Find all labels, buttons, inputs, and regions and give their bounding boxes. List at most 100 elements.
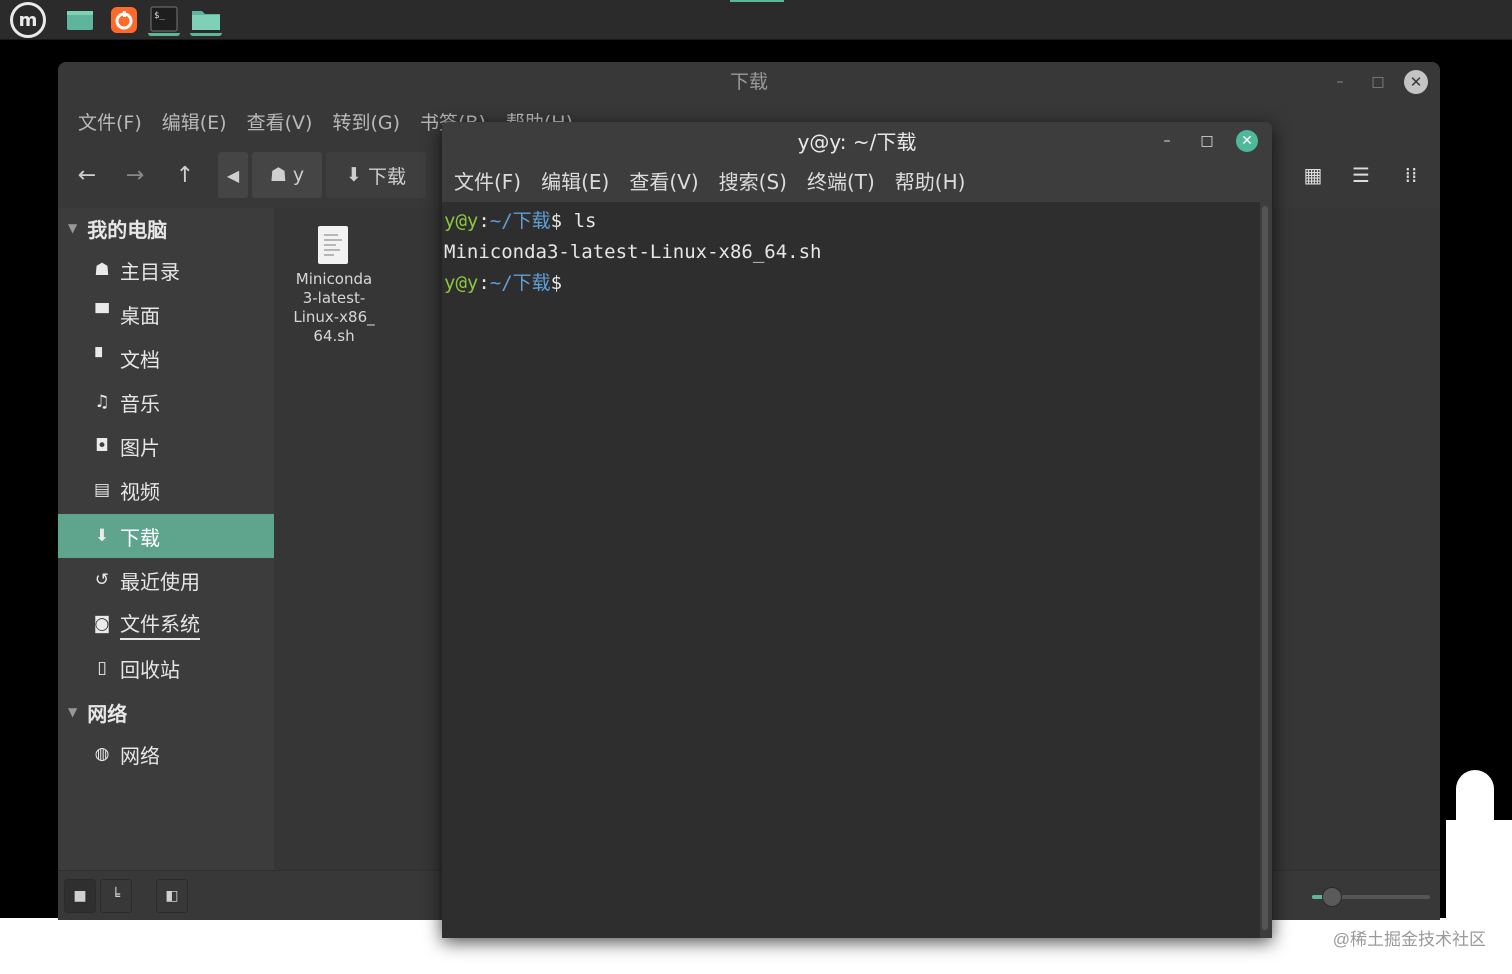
panel-indicator bbox=[730, 0, 784, 2]
expander-down-icon: ▼ bbox=[68, 705, 78, 719]
terminal-window-controls: – □ ✕ bbox=[1156, 130, 1258, 152]
sidebar-item-videos[interactable]: ▤ 视频 bbox=[58, 468, 274, 512]
menu-help[interactable]: 帮助(H) bbox=[885, 164, 976, 200]
menu-file[interactable]: 文件(F) bbox=[68, 106, 152, 140]
terminal-window: y@y: ~/下载 – □ ✕ 文件(F) 编辑(E) 查看(V) 搜索(S) … bbox=[442, 122, 1272, 938]
prompt-path: ~/下载 bbox=[489, 210, 551, 232]
grid-view-icon: ▦ bbox=[1303, 163, 1323, 187]
files-launcher[interactable] bbox=[190, 4, 222, 36]
menu-file[interactable]: 文件(F) bbox=[444, 164, 531, 200]
desktop-wallpaper-shape bbox=[0, 918, 442, 974]
arrow-left-icon: ← bbox=[77, 162, 97, 188]
globe-icon: ◍ bbox=[94, 744, 110, 764]
menu-go[interactable]: 转到(G) bbox=[322, 106, 410, 140]
sidebar-item-documents[interactable]: ▘ 文档 bbox=[58, 336, 274, 380]
desktop-wallpaper-shape bbox=[442, 938, 1272, 974]
prompt-symbol: $ bbox=[550, 210, 563, 232]
minimize-button[interactable]: – bbox=[1328, 70, 1352, 94]
sidebar-item-network[interactable]: ◍ 网络 bbox=[58, 732, 274, 776]
sidebar-item-music[interactable]: ♫ 音乐 bbox=[58, 380, 274, 424]
sidebar-item-label: 主目录 bbox=[120, 259, 180, 284]
sidebar-item-filesystem[interactable]: ◙ 文件系统 bbox=[58, 602, 274, 646]
trash-icon: ▯ bbox=[97, 658, 107, 678]
terminal-launcher[interactable]: $_ bbox=[148, 4, 180, 36]
expander-down-icon: ▼ bbox=[68, 221, 78, 235]
sidebar-item-label: 回收站 bbox=[120, 657, 180, 682]
list-view-button[interactable]: ☰ bbox=[1344, 158, 1378, 192]
linux-mint-menu-button[interactable]: m bbox=[8, 2, 48, 38]
breadcrumb-home[interactable]: ☗ y bbox=[252, 152, 322, 198]
close-button[interactable]: ✕ bbox=[1404, 70, 1428, 94]
icon-view-button[interactable]: ▦ bbox=[1296, 158, 1330, 192]
close-icon: ✕ bbox=[1241, 133, 1253, 149]
menu-view[interactable]: 查看(V) bbox=[619, 164, 708, 200]
firefox-launcher[interactable] bbox=[108, 4, 140, 36]
files-folder-icon bbox=[192, 10, 220, 30]
sidebar-section-network[interactable]: ▼ 网络 bbox=[68, 694, 127, 730]
prompt-symbol: $ bbox=[550, 272, 563, 294]
sidebar-item-pictures[interactable]: ◘ 图片 bbox=[58, 424, 274, 468]
document-icon: ▘ bbox=[95, 348, 109, 368]
top-panel: m $_ bbox=[0, 0, 1512, 40]
linux-mint-menu-icon: m bbox=[10, 2, 46, 38]
forward-button[interactable]: → bbox=[118, 150, 152, 200]
breadcrumb-label: y bbox=[292, 164, 305, 186]
prompt-path: ~/下载 bbox=[489, 272, 551, 294]
sidebar-item-downloads[interactable]: ⬇ 下载 bbox=[58, 514, 274, 558]
menu-view[interactable]: 查看(V) bbox=[237, 106, 323, 140]
show-desktop-icon bbox=[67, 11, 93, 30]
drive-icon: ◙ bbox=[93, 614, 111, 634]
terminal-line: Miniconda3-latest-Linux-x86_64.sh bbox=[444, 237, 1258, 268]
zoom-slider-handle[interactable] bbox=[1322, 887, 1342, 907]
terminal-output[interactable]: y@y:~/下载$ ls Miniconda3-latest-Linux-x86… bbox=[442, 202, 1260, 938]
terminal-line: y@y:~/下载$ ls bbox=[444, 210, 597, 232]
sidebar-item-trash[interactable]: ▯ 回收站 bbox=[58, 646, 274, 690]
maximize-button[interactable]: □ bbox=[1196, 130, 1218, 152]
sidebar-item-label: 下载 bbox=[120, 525, 160, 550]
desktop-tower-shape bbox=[1446, 820, 1512, 920]
tree-icon: ╘ bbox=[111, 888, 121, 904]
menu-edit[interactable]: 编辑(E) bbox=[531, 164, 619, 200]
maximize-button[interactable]: □ bbox=[1366, 70, 1390, 94]
minimize-icon: – bbox=[1163, 133, 1171, 149]
minimize-button[interactable]: – bbox=[1156, 130, 1178, 152]
sidebar-item-desktop[interactable]: ▀ 桌面 bbox=[58, 292, 274, 336]
zoom-slider[interactable] bbox=[1312, 887, 1430, 907]
list-view-icon: ☰ bbox=[1352, 163, 1370, 187]
sidebar-item-label: 图片 bbox=[120, 435, 160, 460]
home-icon: ☗ bbox=[269, 164, 287, 186]
sidebar-item-recent[interactable]: ↺ 最近使用 bbox=[58, 558, 274, 602]
maximize-icon: □ bbox=[1200, 133, 1214, 149]
breadcrumb-label: 下载 bbox=[367, 165, 406, 188]
sidebar-item-home[interactable]: ☗ 主目录 bbox=[58, 248, 274, 292]
terminal-scrollbar[interactable] bbox=[1262, 206, 1268, 930]
show-desktop-launcher[interactable] bbox=[64, 4, 96, 36]
firefox-icon bbox=[111, 7, 137, 33]
terminal-menubar: 文件(F) 编辑(E) 查看(V) 搜索(S) 终端(T) 帮助(H) bbox=[442, 164, 975, 200]
minimize-icon: – bbox=[1336, 74, 1344, 90]
menu-search[interactable]: 搜索(S) bbox=[709, 164, 797, 200]
back-button[interactable]: ← bbox=[70, 150, 104, 200]
terminal-line: y@y:~/下载$ bbox=[444, 272, 563, 294]
breadcrumb-downloads[interactable]: ⬇ 下载 bbox=[326, 152, 426, 198]
menu-edit[interactable]: 编辑(E) bbox=[152, 106, 237, 140]
chevron-left-icon: ◀ bbox=[226, 165, 240, 185]
prompt-user: y@y bbox=[444, 210, 479, 232]
sidebar-item-label: 文档 bbox=[120, 347, 160, 372]
toggle-sidebar-button[interactable]: ◧ bbox=[156, 879, 188, 913]
compact-view-icon: ⁞⁞ bbox=[1404, 163, 1418, 187]
desktop-dome-shape bbox=[1456, 770, 1494, 822]
compact-view-button[interactable]: ⁞⁞ bbox=[1394, 158, 1428, 192]
breadcrumb-scroll-left[interactable]: ◀ bbox=[218, 152, 248, 198]
download-icon: ⬇ bbox=[94, 526, 110, 546]
sidebar-item-label: 最近使用 bbox=[120, 569, 200, 594]
close-button[interactable]: ✕ bbox=[1236, 130, 1258, 152]
download-icon: ⬇ bbox=[346, 164, 362, 186]
up-button[interactable]: ↑ bbox=[168, 150, 202, 200]
sidebar-item-label: 音乐 bbox=[120, 391, 160, 416]
show-places-button[interactable]: ■ bbox=[64, 879, 96, 913]
sidebar-section-computer[interactable]: ▼ 我的电脑 bbox=[68, 210, 167, 246]
menu-terminal[interactable]: 终端(T) bbox=[797, 164, 885, 200]
show-tree-button[interactable]: ╘ bbox=[100, 879, 132, 913]
prompt-user: y@y bbox=[444, 272, 479, 294]
